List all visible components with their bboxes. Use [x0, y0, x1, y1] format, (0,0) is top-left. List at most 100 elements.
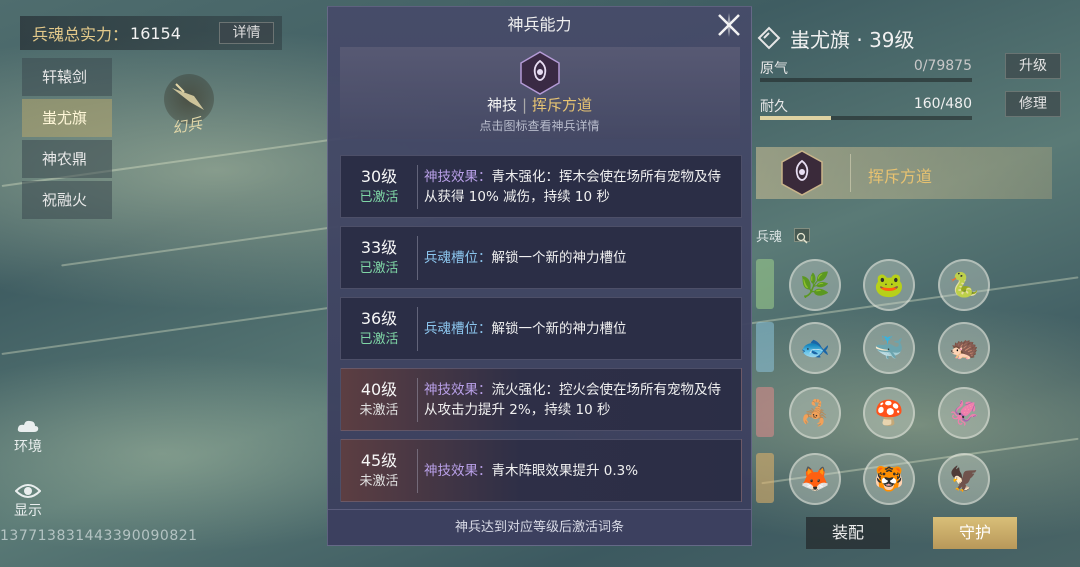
soul-slot[interactable]: 🍄 [863, 387, 915, 439]
user-id: 13771383144339009082​1 [0, 528, 198, 544]
cloud-icon [17, 420, 39, 432]
soul-row-tag [756, 453, 774, 503]
display-button[interactable]: 显示 [8, 482, 48, 520]
search-icon [796, 232, 808, 244]
level-row: 33级已激活 兵魂槽位：解锁一个新的神力槽位 [340, 226, 742, 289]
soul-row-tag [756, 259, 774, 309]
durability-label: 耐久 [760, 99, 788, 115]
level-number: 40级 [360, 379, 398, 399]
power-detail-button[interactable]: 详情 [219, 22, 274, 44]
row-divider [417, 448, 418, 493]
level-status: 已激活 [359, 260, 399, 276]
soul-creature-icon: 🦔 [949, 334, 979, 362]
soul-creature-icon: 🦊 [800, 465, 830, 493]
skill-icon-button[interactable] [518, 51, 562, 99]
soul-label: 兵魂 [756, 230, 783, 245]
soul-creature-icon: 🦂 [800, 399, 830, 427]
guard-button[interactable]: 守护 [933, 517, 1017, 549]
durability-bar [760, 116, 972, 120]
skill-name: 挥斥方道 [532, 96, 593, 114]
soul-slot[interactable]: 🦅 [938, 453, 990, 505]
total-power-value: 16154 [130, 23, 181, 43]
weapon-item-xuanyuan[interactable]: 轩辕剑 [22, 58, 112, 96]
durability-bar-fill [760, 116, 831, 120]
soul-slot[interactable]: 🦔 [938, 322, 990, 374]
soul-slot[interactable]: 🐟 [789, 322, 841, 374]
level-row: 45级未激活 神技效果：青木阵眼效果提升 0.3% [340, 439, 742, 502]
soul-slot[interactable]: 🦑 [938, 387, 990, 439]
effect-tag: 兵魂槽位： [424, 320, 492, 337]
durability-value: 160/480 [913, 96, 972, 112]
level-effect: 兵魂槽位：解锁一个新的神力槽位 [424, 248, 741, 268]
weapon-item-zhurong[interactable]: 祝融火 [22, 181, 112, 219]
environment-button[interactable]: 环境 [8, 416, 48, 456]
upgrade-button[interactable]: 升级 [1005, 53, 1061, 79]
effect-tag: 神技效果： [424, 381, 492, 398]
level-status: 已激活 [359, 331, 399, 347]
soul-slot[interactable]: 🐸 [863, 259, 915, 311]
background-streak [61, 225, 339, 267]
yuanqi-bar [760, 78, 972, 82]
panel-title: 神兵能力 [507, 15, 572, 34]
soul-search-button[interactable] [794, 228, 810, 244]
row-divider [417, 164, 418, 209]
skill-kind: 神技 [486, 96, 517, 114]
soul-creature-icon: 🌿 [800, 271, 830, 299]
skill-separator: | [521, 96, 528, 114]
total-power-label: 兵魂总实力： [32, 25, 129, 44]
level-status: 已激活 [359, 189, 399, 205]
level-effect: 兵魂槽位：解锁一个新的神力槽位 [424, 319, 741, 339]
level-status: 未激活 [359, 473, 399, 489]
level-row: 40级未激活 神技效果：流火强化：控火会使在场所有宠物及侍从攻击力提升 2%，持… [340, 368, 742, 431]
weapon-ability-panel: 神兵能力 神技 | 挥斥方道 点击图标查看神兵详情 30级已激活 神技效果：青木强化… [327, 6, 752, 546]
yuanqi-label: 原气 [760, 61, 788, 77]
level-row: 30级已激活 神技效果：青木强化：挥木会使在场所有宠物及侍从获得 10% 减伤，… [340, 155, 742, 218]
soul-slot[interactable]: 🐍 [938, 259, 990, 311]
level-status: 未激活 [359, 402, 399, 418]
flag-icon [756, 25, 782, 55]
soul-slot[interactable]: 🦂 [789, 387, 841, 439]
skill-hint: 点击图标查看神兵详情 [479, 119, 600, 133]
eye-icon [15, 484, 41, 498]
soul-slot[interactable]: 🦊 [789, 453, 841, 505]
soul-slot[interactable]: 🌿 [789, 259, 841, 311]
soul-creature-icon: 🐯 [874, 465, 904, 493]
soul-row-tag [756, 322, 774, 372]
environment-label: 环境 [14, 439, 42, 455]
yuanqi-value: 0/79875 [913, 58, 972, 74]
close-icon [718, 13, 740, 37]
level-row: 36级 已激活 兵魂槽位：解锁一个新的神力槽位 [340, 297, 742, 360]
divine-skill-icon [520, 51, 560, 95]
level-effect: 神技效果：青木阵眼效果提升 0.3% [424, 461, 741, 481]
level-number: 30级 [360, 166, 398, 186]
row-divider [417, 377, 418, 422]
level-number: 45级 [360, 450, 398, 470]
divine-skill-card-icon [780, 150, 824, 200]
weapon-list: 轩辕剑 蚩尤旗 神农鼎 祝融火 [22, 58, 112, 222]
soul-slot[interactable]: 🐳 [863, 322, 915, 374]
effect-tag: 兵魂槽位： [424, 249, 492, 266]
row-divider [417, 235, 418, 280]
soul-creature-icon: 🐳 [874, 334, 904, 362]
panel-footer-hint: 神兵达到对应等级后激活词条 [328, 509, 751, 545]
soul-creature-icon: 🐟 [800, 334, 830, 362]
soul-creature-icon: 🐍 [949, 271, 979, 299]
weapon-title: 蚩尤旗 · 39级 [790, 28, 915, 52]
soul-creature-icon: 🍄 [874, 399, 904, 427]
skill-card-divider [850, 154, 851, 192]
close-button[interactable] [715, 11, 743, 39]
weapon-item-chiyou[interactable]: 蚩尤旗 [22, 99, 112, 137]
effect-tag: 神技效果： [424, 462, 492, 479]
level-number: 33级 [360, 237, 398, 257]
soul-creature-icon: 🦅 [949, 465, 979, 493]
level-effect: 神技效果：青木强化：挥木会使在场所有宠物及侍从获得 10% 减伤，持续 10 秒 [424, 167, 741, 207]
soul-row-tag [756, 387, 774, 437]
weapon-item-shennong[interactable]: 神农鼎 [22, 140, 112, 178]
repair-button[interactable]: 修理 [1005, 91, 1061, 117]
level-effect: 神技效果：流火强化：控火会使在场所有宠物及侍从攻击力提升 2%，持续 10 秒 [424, 380, 741, 420]
soul-creature-icon: 🐸 [874, 271, 904, 299]
equip-button[interactable]: 装配 [806, 517, 890, 549]
soul-slot[interactable]: 🐯 [863, 453, 915, 505]
divine-skill-name: 挥斥方道 [868, 167, 933, 186]
level-list: 30级已激活 神技效果：青木强化：挥木会使在场所有宠物及侍从获得 10% 减伤，… [340, 155, 742, 510]
